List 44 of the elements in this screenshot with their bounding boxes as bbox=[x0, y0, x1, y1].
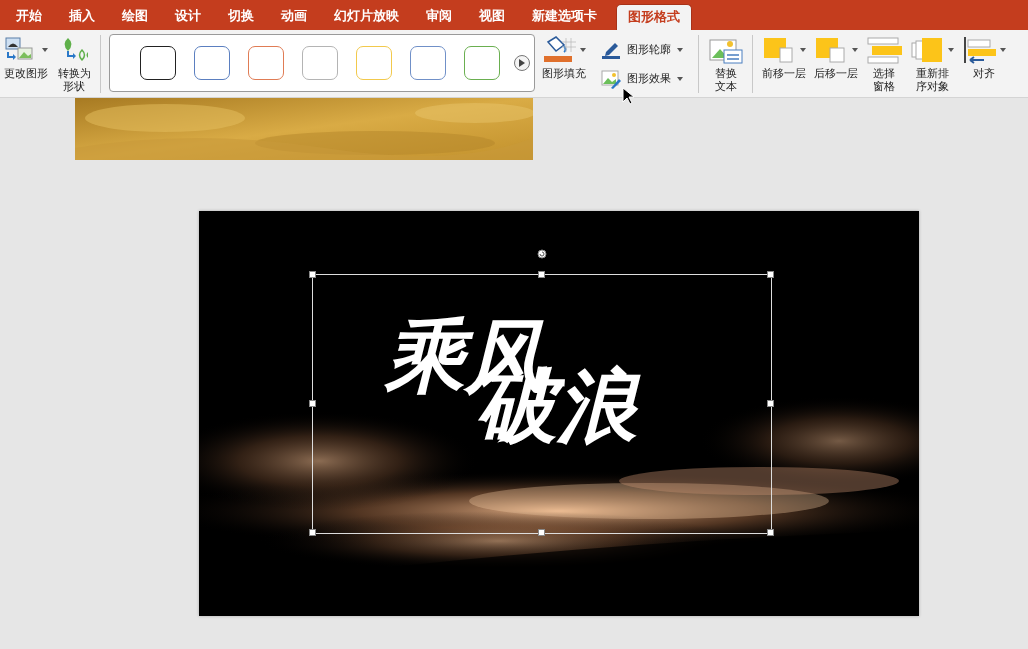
shape-style-swatch[interactable] bbox=[140, 46, 176, 80]
ribbon-icon bbox=[962, 36, 998, 64]
resize-handle[interactable] bbox=[309, 271, 316, 278]
ribbon-tab[interactable]: 幻灯片放映 bbox=[320, 4, 412, 30]
ribbon-button[interactable]: 转换为 形状 bbox=[55, 35, 93, 93]
ribbon-button[interactable]: 对齐 bbox=[961, 35, 1007, 93]
rotate-handle-icon[interactable] bbox=[537, 249, 547, 259]
ribbon-icon bbox=[601, 68, 621, 89]
ribbon-button[interactable]: 后移一层 bbox=[813, 35, 859, 93]
ribbon-tab[interactable]: 设计 bbox=[161, 4, 214, 30]
shape-style-swatch[interactable] bbox=[248, 46, 284, 80]
resize-handle[interactable] bbox=[309, 400, 316, 407]
play-icon bbox=[519, 59, 525, 67]
resize-handle[interactable] bbox=[538, 271, 545, 278]
ribbon-button[interactable]: 更改图形 bbox=[3, 35, 49, 93]
ribbon-icon bbox=[866, 36, 902, 64]
ribbon-tab[interactable]: 动画 bbox=[267, 4, 320, 30]
ribbon-button[interactable]: 重新排 序对象 bbox=[909, 35, 955, 93]
resize-handle[interactable] bbox=[767, 529, 774, 536]
ribbon-button[interactable]: 替换 文本 bbox=[707, 35, 745, 93]
shape-style-swatch[interactable] bbox=[464, 46, 500, 80]
ribbon-tab[interactable]: 新建选项卡 bbox=[518, 4, 610, 30]
gallery-more-button[interactable] bbox=[514, 55, 530, 71]
ribbon-tab[interactable]: 绘图 bbox=[108, 4, 161, 30]
resize-handle[interactable] bbox=[767, 271, 774, 278]
ribbon-tab[interactable]: 插入 bbox=[55, 4, 108, 30]
ribbon-tab[interactable]: 切换 bbox=[214, 4, 267, 30]
ribbon-tab[interactable]: 图形格式 bbox=[616, 4, 692, 30]
resize-handle[interactable] bbox=[309, 529, 316, 536]
shape-style-swatch[interactable] bbox=[410, 46, 446, 80]
resize-handle[interactable] bbox=[767, 400, 774, 407]
ribbon-tab[interactable]: 审阅 bbox=[412, 4, 465, 30]
ribbon-tab[interactable]: 视图 bbox=[465, 4, 518, 30]
ribbon-button[interactable]: 图形效果 bbox=[601, 68, 683, 89]
resize-handle[interactable] bbox=[538, 529, 545, 536]
ribbon-icon bbox=[708, 36, 744, 64]
shape-style-swatch[interactable] bbox=[302, 46, 338, 80]
ribbon-tab[interactable]: 开始 bbox=[2, 4, 55, 30]
ribbon-button[interactable]: 图形填充 bbox=[541, 35, 587, 93]
ribbon-button[interactable]: 选择 窗格 bbox=[865, 35, 903, 93]
ribbon-button[interactable]: 前移一层 bbox=[761, 35, 807, 93]
shape-style-swatch[interactable] bbox=[194, 46, 230, 80]
ribbon-button[interactable]: 图形轮廓 bbox=[601, 39, 683, 60]
ribbon-icon bbox=[542, 36, 578, 64]
